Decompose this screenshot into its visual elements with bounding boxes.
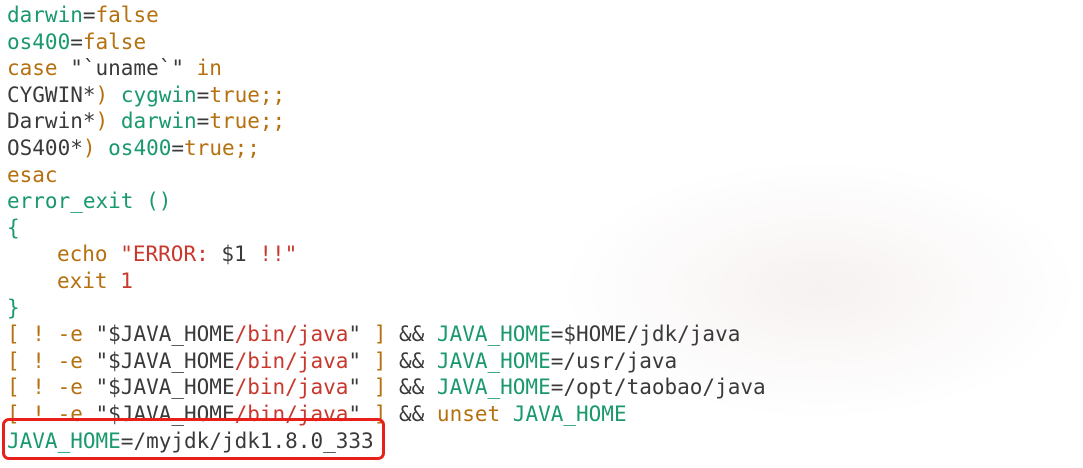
code-token: ) xyxy=(82,135,109,160)
code-line: esac xyxy=(7,162,766,189)
code-token: /bin/java xyxy=(234,322,349,347)
code-token: =/usr/java xyxy=(550,348,678,373)
code-token: ) xyxy=(95,109,121,134)
code-token: [ ! -e xyxy=(7,348,96,373)
code-editor[interactable]: darwin=false os400=false case "`uname`" in… xyxy=(7,2,766,454)
code-line: CYGWIN*) cygwin=true;; xyxy=(7,82,766,109)
code-token: " xyxy=(348,348,374,373)
code-token: Darwin* xyxy=(7,109,96,134)
code-token: true;; xyxy=(209,82,286,107)
code-line: [ ! -e "$JAVA_HOME/bin/java" ] && JAVA_H… xyxy=(7,321,766,348)
code-token: = xyxy=(196,82,210,107)
code-token: "ERROR: xyxy=(120,242,222,267)
code-token: ] xyxy=(373,375,387,400)
code-token: ] xyxy=(373,348,387,373)
code-token: && xyxy=(386,322,437,347)
code-token: ] xyxy=(373,322,387,347)
code-token: "$JAVA_HOME xyxy=(95,375,235,400)
code-token: os400 xyxy=(108,135,172,160)
code-line: } xyxy=(7,295,766,322)
code-token: echo xyxy=(57,242,108,267)
code-token: true;; xyxy=(184,135,260,160)
code-token: =/opt/taobao/java xyxy=(550,375,766,400)
code-token: exit xyxy=(57,268,108,293)
code-token: = xyxy=(70,29,83,54)
code-token: = xyxy=(196,109,210,134)
code-token: ) xyxy=(95,82,121,107)
code-token: /bin/java xyxy=(234,348,349,373)
code-token: && xyxy=(386,348,437,373)
code-token: && xyxy=(386,401,437,426)
code-token: cygwin xyxy=(120,82,197,107)
code-token: =$HOME/jdk/java xyxy=(550,322,741,347)
code-token: "$JAVA_HOME xyxy=(95,348,235,373)
code-token: unset xyxy=(436,401,501,426)
code-token: "`uname`" xyxy=(57,56,197,81)
code-token: case xyxy=(7,56,58,81)
code-token: && xyxy=(386,375,437,400)
code-line: error_exit () xyxy=(7,188,766,215)
code-token: esac xyxy=(7,162,58,187)
code-line: Darwin*) darwin=true;; xyxy=(7,108,766,135)
code-line: os400=false xyxy=(7,29,766,56)
code-line: echo "ERROR: $1 !!" xyxy=(7,241,766,268)
code-line: case "`uname`" in xyxy=(7,55,766,82)
code-token: "$JAVA_HOME xyxy=(95,322,235,347)
highlight-box xyxy=(2,418,385,460)
code-token: = xyxy=(82,3,96,27)
code-token: false xyxy=(82,29,147,54)
code-line: exit 1 xyxy=(7,268,766,295)
code-token: JAVA_HOME xyxy=(436,322,551,347)
code-token: OS400* xyxy=(7,135,83,160)
code-token: " xyxy=(348,322,374,347)
code-token: in xyxy=(196,56,222,81)
code-token: darwin xyxy=(120,109,197,134)
code-token: JAVA_HOME xyxy=(512,401,627,426)
code-token: 1 xyxy=(120,268,133,293)
code-line: [ ! -e "$JAVA_HOME/bin/java" ] && JAVA_H… xyxy=(7,374,766,401)
code-token: false xyxy=(95,3,159,27)
code-token: darwin xyxy=(7,3,83,27)
code-line: { xyxy=(7,215,766,242)
code-line: OS400*) os400=true;; xyxy=(7,135,766,162)
code-token: } xyxy=(7,295,20,320)
code-token: /bin/java xyxy=(234,375,349,400)
code-token: error_exit () xyxy=(7,189,172,214)
code-token: JAVA_HOME xyxy=(436,375,551,400)
code-token: $1 xyxy=(221,242,247,267)
code-token: [ ! -e xyxy=(7,375,96,400)
code-line: [ ! -e "$JAVA_HOME/bin/java" ] && JAVA_H… xyxy=(7,348,766,375)
code-token: os400 xyxy=(7,29,71,54)
code-line: darwin=false xyxy=(7,2,766,29)
code-token: = xyxy=(171,135,185,160)
code-token: " xyxy=(348,375,374,400)
code-token: CYGWIN* xyxy=(7,82,96,107)
code-token: { xyxy=(7,215,20,240)
code-token: JAVA_HOME xyxy=(436,348,551,373)
code-token: true;; xyxy=(209,109,286,134)
code-token: !!" xyxy=(246,242,298,267)
code-token: [ ! -e xyxy=(7,322,96,347)
